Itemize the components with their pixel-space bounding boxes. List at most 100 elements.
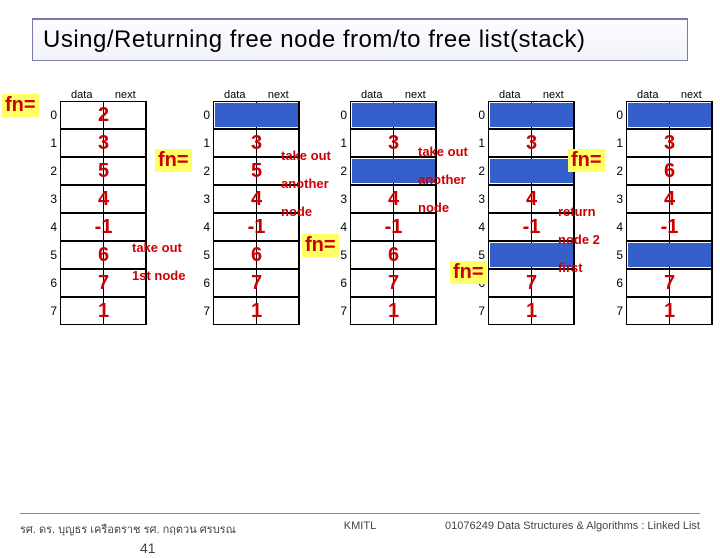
annotation: node (281, 205, 312, 219)
array-row: 0 (195, 101, 300, 129)
cell-value: 1 (351, 298, 436, 324)
array-cell: -1 (60, 213, 147, 241)
cell-value (215, 103, 298, 127)
cell-value: -1 (61, 214, 146, 240)
array-cell: 1 (60, 297, 147, 325)
row-index: 3 (42, 185, 60, 213)
array-row: 13 (470, 129, 575, 157)
array-cell: 2 (60, 101, 147, 129)
row-index: 4 (608, 213, 626, 241)
header-next: next (532, 89, 576, 101)
annotation: 1st node (132, 269, 185, 283)
row-index: 3 (195, 185, 213, 213)
array-column-3: datanext0132344-156771fn=returnnode 2fir… (470, 89, 575, 325)
array-cell: 1 (350, 297, 437, 325)
array-row: 56 (332, 241, 437, 269)
footer-mid: KMITL (344, 520, 376, 532)
array-cell: 5 (60, 157, 147, 185)
row-index: 0 (608, 101, 626, 129)
array-row: 02 (42, 101, 147, 129)
annotation: take out (281, 149, 331, 163)
header-next: next (257, 89, 301, 101)
fn-pointer-label: fn= (450, 261, 487, 284)
array-row: 71 (332, 297, 437, 325)
row-index: 7 (470, 297, 488, 325)
array-cell: -1 (350, 213, 437, 241)
annotation: node 2 (558, 233, 600, 247)
row-index: 4 (470, 213, 488, 241)
array-row: 71 (608, 297, 713, 325)
array-row: 56 (195, 241, 300, 269)
array-cell: 7 (213, 269, 300, 297)
column-header: datanext (626, 89, 713, 101)
cell-value (628, 103, 711, 127)
row-index: 0 (42, 101, 60, 129)
row-index: 5 (608, 241, 626, 269)
array-cell: 3 (626, 129, 713, 157)
row-index: 3 (608, 185, 626, 213)
header-next: next (670, 89, 714, 101)
annotation: node (418, 201, 449, 215)
cell-value: 6 (627, 158, 712, 184)
row-index: 1 (332, 129, 350, 157)
row-index: 6 (608, 269, 626, 297)
cell-value: 7 (351, 270, 436, 296)
fn-pointer-label: fn= (2, 94, 39, 117)
array-cell (488, 157, 575, 185)
cell-value: -1 (351, 214, 436, 240)
array-row: 71 (470, 297, 575, 325)
array-row: 0 (608, 101, 713, 129)
fn-pointer-label: fn= (155, 149, 192, 172)
annotation: take out (132, 241, 182, 255)
fn-pointer-label: fn= (568, 149, 605, 172)
column-header: datanext (213, 89, 300, 101)
row-index: 1 (608, 129, 626, 157)
row-index: 2 (470, 157, 488, 185)
array-row: 67 (332, 269, 437, 297)
array-cell (350, 101, 437, 129)
row-index: 4 (195, 213, 213, 241)
array-column-0: datanext021325344-1566771fn=take out1st … (42, 89, 147, 325)
array-column-4: datanext01326344-156771fn= (608, 89, 713, 325)
array-cell: 1 (488, 297, 575, 325)
row-index: 7 (42, 297, 60, 325)
array-row: 4-1 (608, 213, 713, 241)
array-row: 13 (608, 129, 713, 157)
array-cell: 6 (213, 241, 300, 269)
row-index: 6 (332, 269, 350, 297)
cell-value: 1 (61, 298, 146, 324)
fn-pointer-label: fn= (302, 234, 339, 257)
array-cell: 7 (626, 269, 713, 297)
cell-value: 6 (214, 242, 299, 268)
cell-value: 4 (61, 186, 146, 212)
array-row: 71 (42, 297, 147, 325)
footer-right: 01076249 Data Structures & Algorithms : … (445, 520, 700, 538)
row-index: 2 (332, 157, 350, 185)
array-column-2: datanext0132344-1566771fn=take outanothe… (332, 89, 437, 325)
row-index: 0 (470, 101, 488, 129)
array-cell: 3 (488, 129, 575, 157)
array-cell: 3 (60, 129, 147, 157)
cell-value: 6 (351, 242, 436, 268)
array-row: 25 (42, 157, 147, 185)
array-cell (213, 101, 300, 129)
cell-value: 3 (61, 130, 146, 156)
row-index: 7 (195, 297, 213, 325)
array-cell (488, 101, 575, 129)
header-data: data (626, 89, 670, 101)
array-cell: 6 (626, 157, 713, 185)
annotation: return (558, 205, 596, 219)
array-cell: 7 (350, 269, 437, 297)
row-index: 1 (470, 129, 488, 157)
cell-value (628, 243, 711, 267)
cell-value: 1 (627, 298, 712, 324)
array-cell: 6 (350, 241, 437, 269)
array-row: 67 (608, 269, 713, 297)
array-cell: 1 (213, 297, 300, 325)
row-index: 7 (332, 297, 350, 325)
row-index: 6 (42, 269, 60, 297)
row-index: 1 (195, 129, 213, 157)
array-cell (626, 241, 713, 269)
row-index: 7 (608, 297, 626, 325)
row-index: 4 (42, 213, 60, 241)
